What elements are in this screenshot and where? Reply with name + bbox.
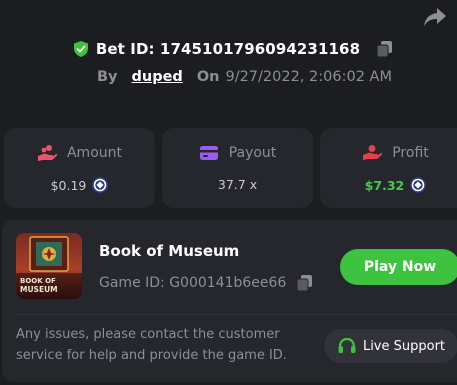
- shield-check-icon: [73, 41, 88, 57]
- coins-hand-icon: [37, 145, 57, 161]
- bet-id-row: Bet ID: 1745101796094231168: [0, 38, 457, 60]
- bet-details-panel: Bet ID: 1745101796094231168 By duped On …: [0, 0, 457, 385]
- payout-label: Payout: [228, 145, 277, 161]
- svg-text:BOOK OF: BOOK OF: [20, 277, 56, 285]
- copy-icon[interactable]: [296, 274, 313, 292]
- game-id: Game ID: G000141b6ee66: [99, 275, 287, 291]
- amount-header: Amount: [4, 144, 155, 162]
- amount-value: $0.19: [50, 177, 87, 193]
- game-card: BOOK OF MUSEUM Book of Museum Game ID: G…: [2, 220, 457, 382]
- amount-label: Amount: [66, 145, 122, 161]
- profit-label: Profit: [392, 145, 429, 161]
- username-link[interactable]: duped: [132, 69, 183, 85]
- support-notice: Any issues, please contact the customer …: [16, 327, 287, 363]
- payout-card: Payout 37.7 x: [162, 128, 313, 208]
- hand-coin-icon: [363, 145, 383, 160]
- card-icon: [199, 146, 218, 160]
- copy-icon[interactable]: [376, 40, 393, 58]
- payout-header: Payout: [162, 144, 313, 162]
- profit-card: Profit $7.32: [320, 128, 457, 208]
- profit-value: $7.32: [364, 177, 405, 193]
- amount-card: Amount $0.19: [4, 128, 155, 208]
- game-name: Book of Museum: [99, 242, 240, 260]
- payout-value-row: 37.7 x: [162, 177, 313, 192]
- bet-id: Bet ID: 1745101796094231168: [95, 40, 361, 58]
- bet-author-row: By duped On 9/27/2022, 2:06:02 AM: [0, 66, 457, 88]
- bet-date: 9/27/2022, 2:06:02 AM: [225, 69, 392, 85]
- svg-text:MUSEUM: MUSEUM: [20, 285, 58, 294]
- profit-header: Profit: [320, 144, 457, 162]
- game-id-row: Game ID: G000141b6ee66: [99, 272, 313, 294]
- play-now-button[interactable]: Play Now: [340, 249, 457, 285]
- on-label: On: [196, 69, 220, 85]
- amount-value-row: $0.19: [4, 177, 155, 193]
- game-thumbnail[interactable]: BOOK OF MUSEUM: [16, 233, 82, 299]
- live-support-label: Live Support: [362, 338, 446, 354]
- live-support-button[interactable]: Live Support: [324, 329, 457, 363]
- coin-icon: [410, 177, 427, 193]
- share-icon[interactable]: [423, 6, 447, 28]
- headset-icon: [338, 337, 356, 353]
- profit-value-row: $7.32: [320, 177, 457, 193]
- by-label: By: [97, 69, 118, 85]
- coin-icon: [92, 177, 109, 193]
- divider: [16, 314, 457, 315]
- payout-value: 37.7 x: [217, 177, 258, 192]
